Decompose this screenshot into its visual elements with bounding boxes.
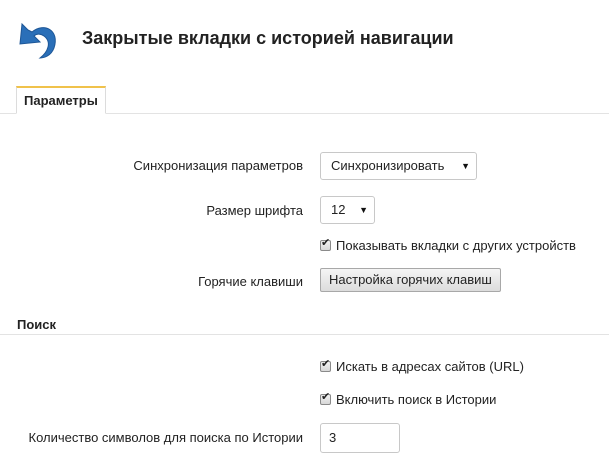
- sync-select[interactable]: Синхронизировать ▼: [320, 152, 477, 180]
- undo-arrow-icon: [14, 14, 64, 62]
- options-page: Закрытые вкладки с историей навигации Па…: [0, 0, 609, 464]
- checkmark-icon: ✔: [321, 391, 331, 403]
- tab-bar: Параметры: [0, 86, 609, 114]
- dropdown-arrow-icon: ▼: [359, 205, 368, 215]
- hotkeys-label: Горячие клавиши: [198, 274, 303, 289]
- search-history-option[interactable]: ✔ Включить поиск в Истории: [320, 392, 496, 407]
- search-section-divider: [0, 334, 609, 335]
- show-other-devices-label: Показывать вкладки с других устройств: [336, 238, 576, 253]
- show-other-devices-checkbox[interactable]: ✔: [320, 237, 331, 251]
- show-other-devices-option[interactable]: ✔ Показывать вкладки с других устройств: [320, 238, 576, 253]
- font-size-select-value: 12: [331, 202, 346, 217]
- search-urls-checkbox[interactable]: ✔: [320, 358, 331, 372]
- font-size-select[interactable]: 12 ▼: [320, 196, 375, 224]
- search-history-checkbox[interactable]: ✔: [320, 391, 331, 405]
- page-title: Закрытые вкладки с историей навигации: [82, 28, 454, 48]
- search-urls-label: Искать в адресах сайтов (URL): [336, 359, 524, 374]
- sync-select-value: Синхронизировать: [331, 158, 445, 173]
- checkmark-icon: ✔: [321, 237, 331, 249]
- search-urls-option[interactable]: ✔ Искать в адресах сайтов (URL): [320, 359, 524, 374]
- min-chars-label: Количество символов для поиска по Истори…: [28, 430, 304, 445]
- sync-label: Синхронизация параметров: [133, 158, 303, 173]
- search-history-label: Включить поиск в Истории: [336, 392, 497, 407]
- search-section-title: Поиск: [17, 317, 57, 332]
- tab-parameters[interactable]: Параметры: [16, 86, 106, 114]
- checkmark-icon: ✔: [321, 358, 331, 370]
- configure-hotkeys-button[interactable]: Настройка горячих клавиш: [320, 268, 501, 292]
- min-chars-input[interactable]: 3: [320, 423, 400, 453]
- font-size-label: Размер шрифта: [206, 203, 303, 218]
- dropdown-arrow-icon: ▼: [461, 161, 470, 171]
